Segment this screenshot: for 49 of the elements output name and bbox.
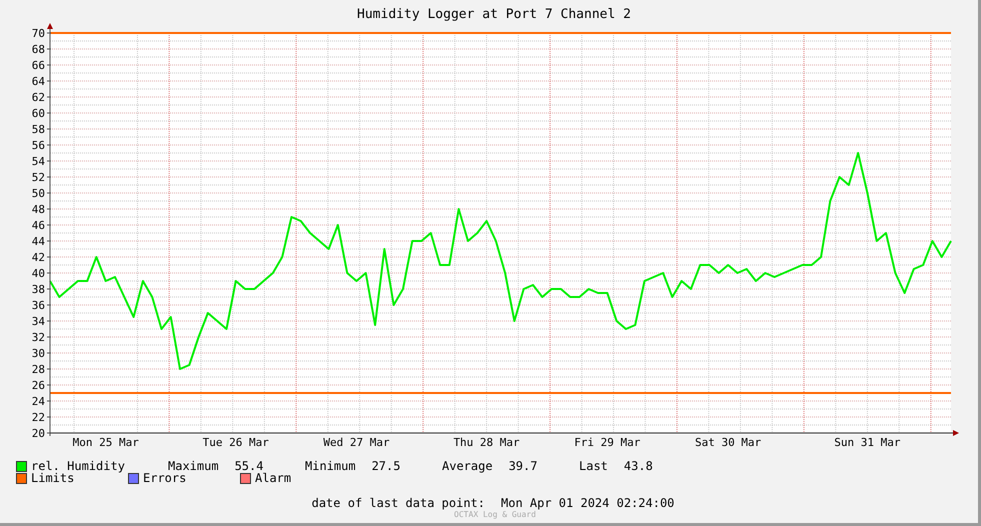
y-tick-label: 56 <box>32 139 45 152</box>
x-tick-label: Tue 26 Mar <box>202 436 269 449</box>
y-tick-label: 58 <box>32 123 45 136</box>
y-tick-label: 50 <box>32 187 45 200</box>
credit-text: OCTAX Log & Guard <box>454 510 536 519</box>
y-tick-label: 42 <box>32 251 45 264</box>
y-tick-label: 44 <box>32 235 45 248</box>
y-tick-label: 26 <box>32 379 45 392</box>
stat-label: Minimum <box>305 459 356 473</box>
y-tick-label: 22 <box>32 411 45 424</box>
footer-label: date of last data point: <box>312 496 485 510</box>
y-tick-label: 68 <box>32 43 45 56</box>
legend-label: Alarm <box>255 471 292 485</box>
y-tick-label: 52 <box>32 171 45 184</box>
y-tick-label: 32 <box>32 331 45 344</box>
legend-label: Errors <box>143 471 186 485</box>
y-tick-label: 20 <box>32 427 45 440</box>
y-tick-label: 48 <box>32 203 45 216</box>
y-tick-label: 70 <box>32 27 45 40</box>
chart-title: Humidity Logger at Port 7 Channel 2 <box>356 6 632 22</box>
x-tick-label: Sun 31 Mar <box>834 436 901 449</box>
y-tick-label: 46 <box>32 219 45 232</box>
y-tick-label: 28 <box>32 363 45 376</box>
x-tick-label: Sat 30 Mar <box>694 436 762 449</box>
y-tick-label: 24 <box>32 395 45 408</box>
legend-label: Limits <box>31 471 74 485</box>
stat-label: Average <box>442 459 493 473</box>
x-tick-label: Mon 25 Mar <box>72 436 139 449</box>
y-tick-label: 54 <box>32 155 45 168</box>
y-tick-label: 36 <box>32 299 45 312</box>
stat-value: 27.5 <box>372 459 400 473</box>
x-tick-label: Fri 29 Mar <box>574 436 640 449</box>
y-tick-label: 40 <box>32 267 45 280</box>
y-tick-label: 34 <box>32 315 45 328</box>
y-tick-label: 64 <box>32 75 45 88</box>
x-tick-label: Thu 28 Mar <box>453 436 520 449</box>
stat-value: 55.4 <box>234 459 264 473</box>
y-tick-label: 30 <box>32 347 45 360</box>
y-tick-label: 38 <box>32 283 45 296</box>
stat-label: Maximum <box>168 459 219 473</box>
legend-label: rel. Humidity <box>31 459 125 473</box>
y-tick-label: 60 <box>32 107 45 120</box>
stat-label: Last <box>579 459 608 473</box>
stat-value: 39.7 <box>508 459 538 473</box>
stat-value: 43.8 <box>624 459 653 473</box>
last-data-date: Mon Apr 01 2024 02:24:00 <box>501 496 674 510</box>
y-tick-label: 66 <box>32 59 45 72</box>
x-tick-label: Wed 27 Mar <box>323 436 390 449</box>
y-tick-label: 62 <box>32 91 45 104</box>
